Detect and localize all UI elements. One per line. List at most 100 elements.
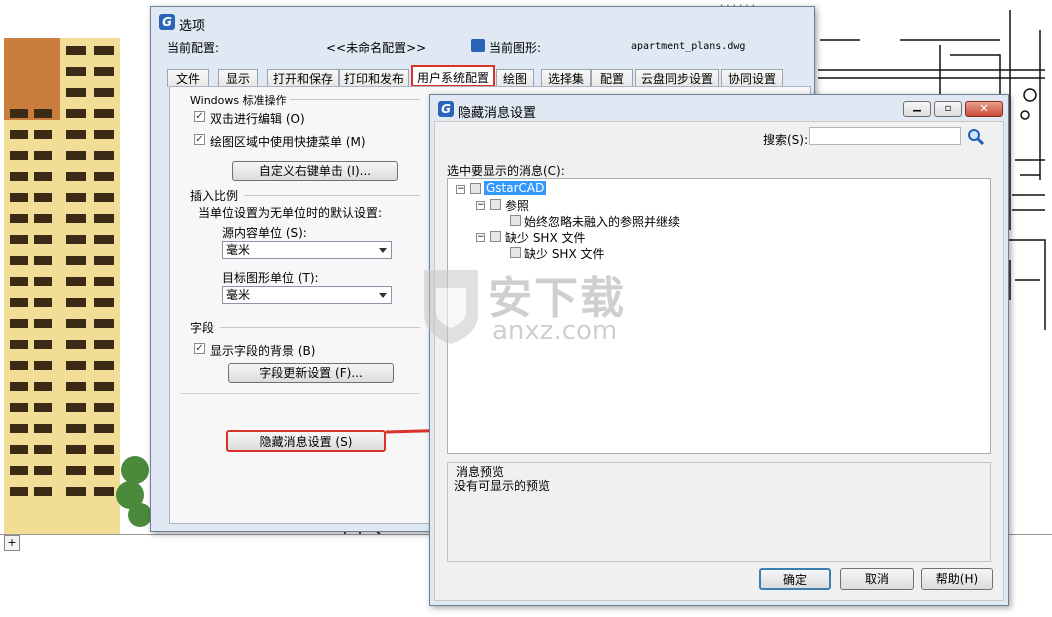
- message-preview-box: 消息预览 没有可显示的预览: [447, 462, 991, 562]
- building-window: [66, 151, 86, 160]
- building-window: [10, 109, 28, 118]
- show-field-bg-label: 显示字段的背景 (B): [210, 344, 316, 358]
- chevron-down-icon: [379, 248, 387, 253]
- target-units-select[interactable]: 毫米: [222, 286, 392, 304]
- tab-open-save[interactable]: 打开和保存: [267, 69, 339, 87]
- shx-child-checkbox[interactable]: [510, 247, 521, 258]
- close-icon[interactable]: ✕: [965, 101, 1003, 117]
- building-window: [66, 193, 86, 202]
- building-window: [34, 382, 52, 391]
- tab-plot-publish[interactable]: 打印和发布: [339, 69, 409, 87]
- source-units-label: 源内容单位 (S):: [222, 226, 307, 240]
- search-input[interactable]: [809, 127, 961, 145]
- collapse-root-icon[interactable]: −: [456, 185, 465, 194]
- tree-root-label[interactable]: GstarCAD: [484, 181, 547, 195]
- building-window: [94, 403, 114, 412]
- hidden-message-title: 隐藏消息设置: [458, 106, 537, 121]
- add-layout-button[interactable]: +: [4, 535, 20, 551]
- preview-text: 没有可显示的预览: [454, 479, 551, 493]
- building-window: [94, 445, 114, 454]
- show-field-bg-checkbox[interactable]: ✓: [194, 343, 205, 354]
- tab-user-preferences[interactable]: 用户系统配置: [411, 65, 495, 87]
- building-window: [66, 172, 86, 181]
- building-window: [10, 214, 28, 223]
- shortcut-menu-label: 绘图区域中使用快捷菜单 (M): [210, 135, 366, 149]
- fields-heading: 字段: [190, 321, 215, 335]
- building-window: [66, 235, 86, 244]
- maximize-icon[interactable]: ▫: [934, 101, 962, 117]
- building-window: [66, 424, 86, 433]
- building-window: [66, 214, 86, 223]
- field-update-button[interactable]: 字段更新设置 (F)...: [228, 363, 394, 383]
- building-window: [66, 487, 86, 496]
- building-window: [10, 403, 28, 412]
- tree-ref-child-label[interactable]: 始终忽略未融入的参照并继续: [524, 213, 680, 230]
- dblclick-edit-label: 双击进行编辑 (O): [210, 112, 305, 126]
- building-window: [10, 256, 28, 265]
- building-window: [66, 319, 86, 328]
- building-window: [34, 340, 52, 349]
- chevron-down-icon: [379, 293, 387, 298]
- building-window: [10, 361, 28, 370]
- dblclick-edit-checkbox[interactable]: ✓: [194, 111, 205, 122]
- building-window: [94, 256, 114, 265]
- shx-checkbox[interactable]: [490, 231, 501, 242]
- tree-ref-label[interactable]: 参照: [505, 197, 529, 214]
- building-window: [66, 466, 86, 475]
- insert-scale-desc: 当单位设置为无单位时的默认设置:: [198, 206, 383, 220]
- building-window: [66, 382, 86, 391]
- tree-shx-label[interactable]: 缺少 SHX 文件: [505, 229, 586, 246]
- building-window: [94, 214, 114, 223]
- search-icon[interactable]: [967, 128, 985, 146]
- options-titlebar[interactable]: G 选项: [151, 7, 814, 34]
- source-units-select[interactable]: 毫米: [222, 241, 392, 259]
- building-window: [66, 340, 86, 349]
- building-window: [10, 466, 28, 475]
- building-window: [10, 445, 28, 454]
- building-window: [34, 424, 52, 433]
- minimize-icon[interactable]: ▁: [903, 101, 931, 117]
- tab-selection[interactable]: 选择集: [541, 69, 591, 87]
- collapse-ref-icon[interactable]: −: [476, 201, 485, 210]
- tab-profiles[interactable]: 配置: [591, 69, 633, 87]
- tab-collaboration[interactable]: 协同设置: [721, 69, 783, 87]
- building-window: [94, 361, 114, 370]
- hidden-message-settings-button[interactable]: 隐藏消息设置 (S): [226, 430, 386, 452]
- ok-button[interactable]: 确定: [759, 568, 831, 590]
- help-button[interactable]: 帮助(H): [921, 568, 993, 590]
- building-window: [34, 193, 52, 202]
- custom-right-click-button[interactable]: 自定义右键单击 (I)...: [232, 161, 398, 181]
- cancel-button[interactable]: 取消: [840, 568, 914, 590]
- message-list-label: 选中要显示的消息(C):: [447, 164, 565, 178]
- building-window: [94, 109, 114, 118]
- building-window: [34, 298, 52, 307]
- collapse-shx-icon[interactable]: −: [476, 233, 485, 242]
- building-window: [34, 130, 52, 139]
- tab-display[interactable]: 显示: [218, 69, 258, 87]
- tab-files[interactable]: 文件: [167, 69, 209, 87]
- tab-cloud-sync[interactable]: 云盘同步设置: [635, 69, 719, 87]
- shortcut-menu-checkbox[interactable]: ✓: [194, 134, 205, 145]
- tree-shx-child-label[interactable]: 缺少 SHX 文件: [524, 245, 605, 262]
- building-window: [94, 319, 114, 328]
- building-window: [34, 214, 52, 223]
- building-window: [66, 130, 86, 139]
- ref-child-checkbox[interactable]: [510, 215, 521, 226]
- building-window: [94, 88, 114, 97]
- current-drawing-value: apartment_plans.dwg: [631, 41, 746, 52]
- building-window: [94, 172, 114, 181]
- building-window: [66, 298, 86, 307]
- building-window: [10, 298, 28, 307]
- hidden-message-titlebar[interactable]: G 隐藏消息设置 ▁ ▫ ✕: [430, 95, 1008, 121]
- ref-checkbox[interactable]: [490, 199, 501, 210]
- building-window: [10, 424, 28, 433]
- building-window: [94, 67, 114, 76]
- building-window: [66, 67, 86, 76]
- building-window: [10, 340, 28, 349]
- building-window: [34, 256, 52, 265]
- building-window: [34, 151, 52, 160]
- tab-drafting[interactable]: 绘图: [496, 69, 534, 87]
- root-checkbox[interactable]: [470, 183, 481, 194]
- building-window: [10, 319, 28, 328]
- search-label: 搜索(S):: [763, 133, 809, 147]
